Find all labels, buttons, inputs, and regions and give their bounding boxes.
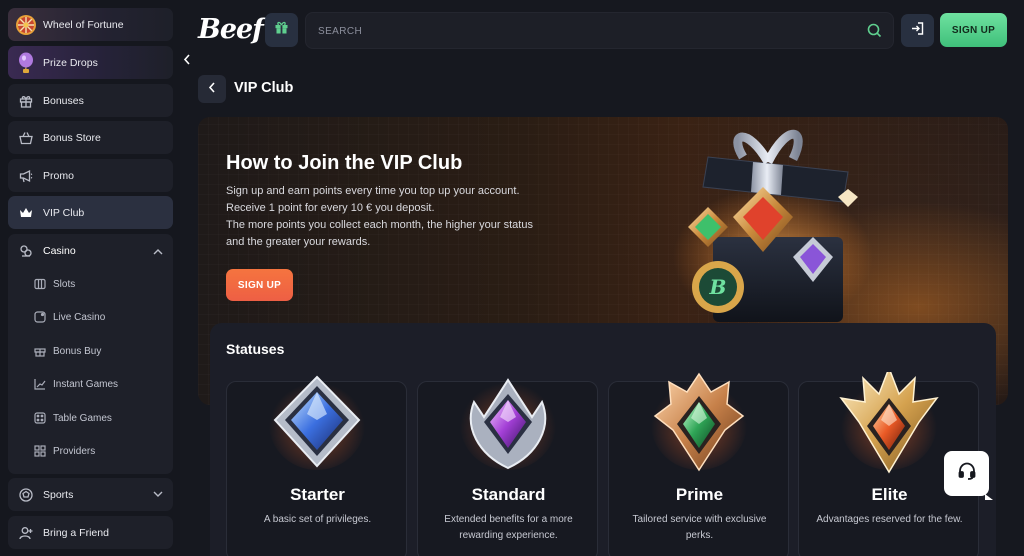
sidebar-item-bonus-store[interactable]: Bonus Store [8, 121, 173, 154]
sidebar-item-bonuses[interactable]: Bonuses [8, 84, 173, 117]
sidebar-item-label: Prize Drops [43, 56, 98, 69]
sidebar-item-bring-a-friend[interactable]: Bring a Friend [8, 516, 173, 549]
chart-icon [30, 378, 50, 390]
sidebar-item-casino[interactable]: Casino [8, 234, 173, 268]
hero-description: Sign up and earn points every time you t… [226, 183, 586, 251]
sidebar-item-label: Bonuses [43, 94, 84, 107]
login-icon [910, 21, 925, 41]
elite-badge-icon [839, 372, 939, 474]
sidebar-item-label: Sports [43, 488, 74, 501]
slots-icon [30, 278, 50, 290]
chevron-down-icon[interactable] [153, 489, 163, 501]
gift-icon [8, 94, 43, 108]
status-description: Advantages reserved for the few. [816, 514, 963, 525]
grid-icon [30, 445, 50, 457]
sidebar-item-prize-drops[interactable]: Prize Drops [8, 46, 173, 79]
sidebar-group-casino: Casino Slots Live Casino Bonus Buy Insta… [8, 234, 173, 474]
basket-icon [8, 131, 43, 145]
support-chat-button[interactable] [944, 451, 993, 500]
megaphone-icon [8, 169, 43, 183]
sidebar-subitem-instant-games[interactable]: Instant Games [8, 372, 173, 396]
sidebar-subitem-bonus-buy[interactable]: Bonus Buy [8, 339, 173, 363]
sidebar-subitem-label: Slots [53, 278, 76, 290]
gift-box-illustration: B [673, 129, 873, 322]
sidebar-subitem-table-games[interactable]: Table Games [8, 406, 173, 430]
logo[interactable]: Beef [198, 14, 264, 45]
sidebar-item-label: Promo [43, 169, 74, 182]
sidebar-item-label: Casino [43, 245, 76, 257]
gift-button[interactable] [265, 13, 298, 47]
balloon-icon [8, 52, 43, 74]
sidebar-item-label: VIP Club [43, 206, 85, 219]
sidebar-item-label: Bonus Store [43, 131, 101, 144]
sidebar-subitem-label: Bonus Buy [53, 345, 102, 357]
sidebar-subitem-label: Table Games [53, 412, 112, 424]
sidebar: Wheel of Fortune Prize Drops Bonuses Bon… [0, 0, 180, 556]
sidebar-subitem-live-casino[interactable]: Live Casino [8, 305, 173, 329]
status-card-prime[interactable]: Prime Tailored service with exclusive pe… [608, 372, 789, 556]
casino-icon [8, 244, 43, 258]
sidebar-subitem-providers[interactable]: Providers [8, 439, 173, 463]
hero-line: and the greater your rewards. [226, 236, 371, 248]
search-icon[interactable] [867, 23, 882, 43]
sidebar-subitem-slots[interactable]: Slots [8, 272, 173, 296]
status-name: Starter [290, 485, 345, 504]
sidebar-item-label: Bring a Friend [43, 526, 109, 539]
status-card-standard[interactable]: Standard Extended benefits for a more re… [417, 378, 598, 556]
crown-icon [8, 207, 43, 219]
login-button[interactable] [901, 14, 934, 47]
signup-button[interactable]: SIGN UP [940, 13, 1007, 47]
hero-line: Sign up and earn points every time you t… [226, 185, 520, 197]
hero-title: How to Join the VIP Club [226, 152, 463, 174]
status-name: Standard [471, 485, 546, 504]
sidebar-subitem-label: Live Casino [53, 311, 106, 323]
gift-icon [274, 20, 289, 40]
dice-icon [30, 412, 50, 424]
user-icon [8, 526, 43, 540]
sidebar-item-wheel-of-fortune[interactable]: Wheel of Fortune [8, 8, 173, 41]
status-description: Extended benefits for a more rewarding e… [444, 514, 573, 541]
statuses-title: Statuses [226, 341, 285, 357]
back-button[interactable] [198, 75, 226, 103]
headset-icon [957, 461, 977, 486]
status-card-starter[interactable]: Starter A basic set of privileges. [226, 375, 407, 556]
status-description: Tailored service with exclusive perks. [632, 514, 767, 541]
prime-badge-icon [651, 372, 747, 472]
sidebar-item-vip-club[interactable]: VIP Club [8, 196, 173, 229]
search-input[interactable] [318, 22, 838, 40]
sidebar-item-label: Wheel of Fortune [43, 18, 124, 31]
hero-line: Receive 1 point for every 10 € you depos… [226, 202, 435, 214]
chevron-up-icon[interactable] [153, 246, 163, 258]
status-description: A basic set of privileges. [263, 514, 372, 525]
ball-icon [8, 487, 43, 502]
bonus-buy-icon [30, 345, 50, 357]
search-bar[interactable] [305, 12, 894, 49]
starter-badge-icon [269, 375, 365, 470]
hero-signup-button[interactable]: SIGN UP [226, 269, 293, 301]
svg-text:B: B [709, 275, 727, 299]
live-icon [30, 311, 50, 323]
collapse-sidebar-button[interactable] [179, 50, 195, 68]
sidebar-item-promo[interactable]: Promo [8, 159, 173, 192]
sidebar-subitem-label: Instant Games [53, 378, 119, 390]
chevron-left-icon [208, 80, 216, 98]
status-name: Prime [675, 485, 724, 504]
statuses-section: Statuses Starter A basic set of privileg… [210, 323, 996, 556]
hero-line: The more points you collect each month, … [226, 219, 533, 231]
page-title: VIP Club [234, 80, 294, 96]
wheel-icon [8, 14, 43, 36]
sidebar-item-sports[interactable]: Sports [8, 478, 173, 511]
standard-badge-icon [460, 378, 556, 470]
sidebar-subitem-label: Providers [53, 445, 96, 457]
